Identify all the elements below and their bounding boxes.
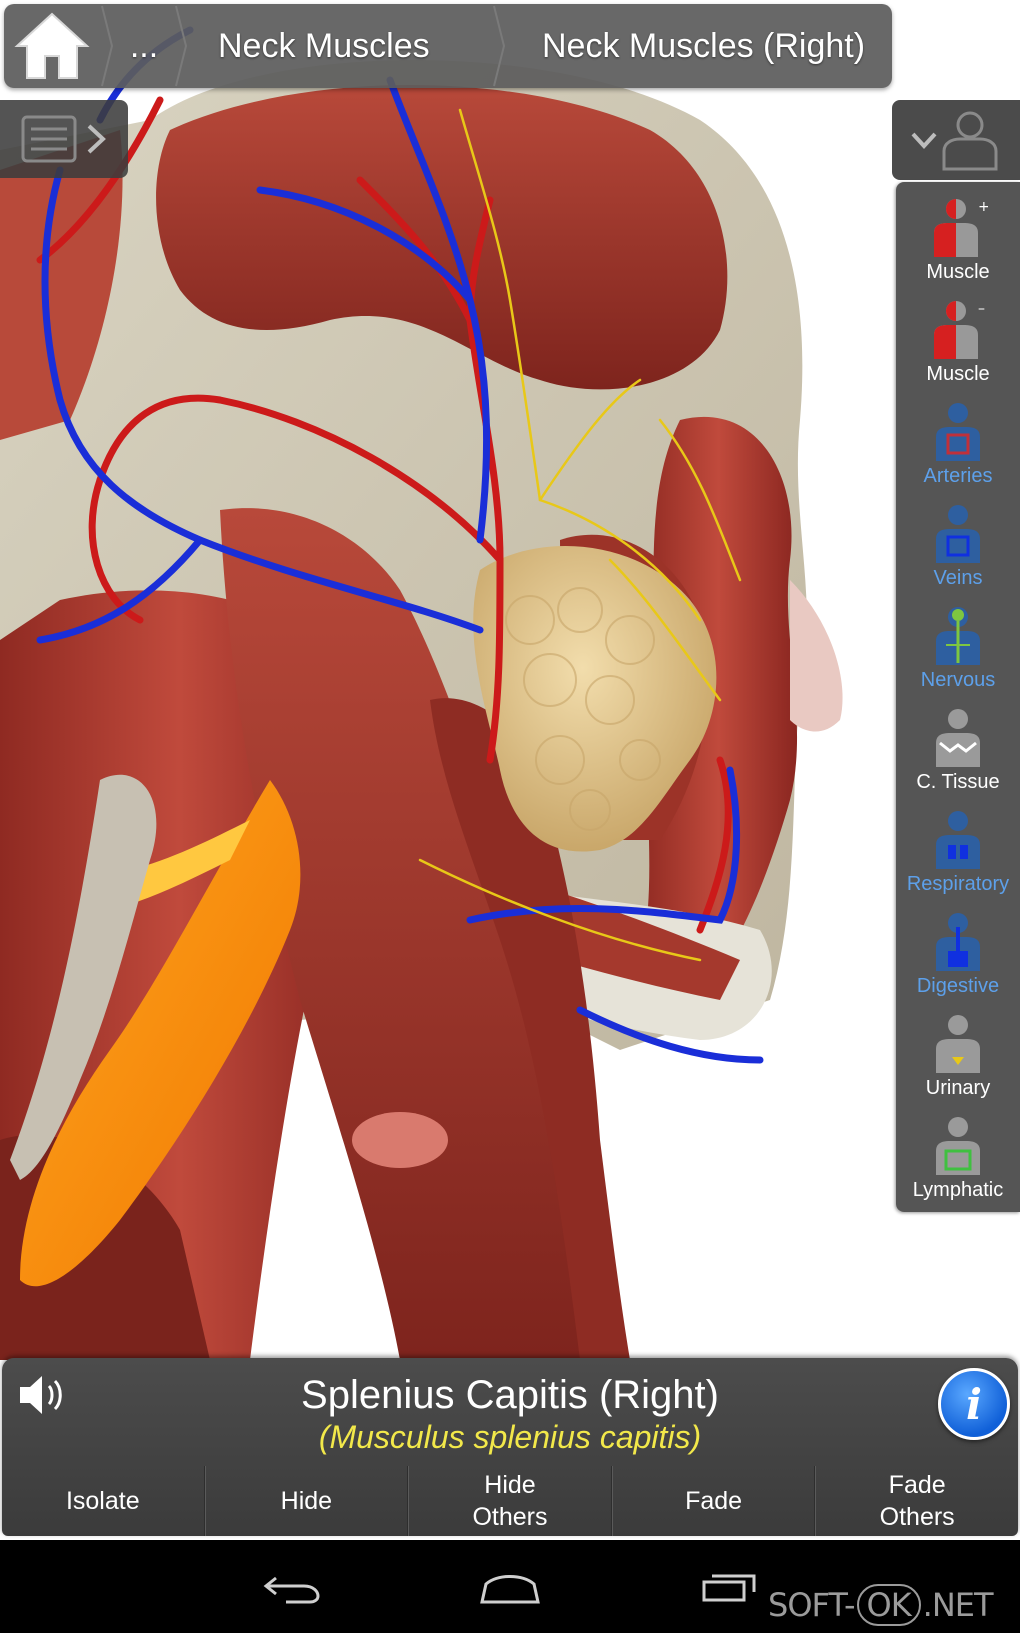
veins-icon — [936, 505, 980, 563]
system-label: Respiratory — [906, 873, 1010, 895]
system-label: Digestive — [916, 975, 1000, 997]
home-outline-icon — [480, 1575, 540, 1604]
body-view-icon — [942, 111, 998, 171]
system-nervous[interactable]: Nervous — [896, 590, 1020, 692]
respiratory-icon — [936, 811, 980, 869]
app-screen: ... Neck Muscles Neck Muscles (Right) + … — [0, 0, 1020, 1633]
nervous-icon — [936, 607, 980, 665]
system-label: Lymphatic — [912, 1179, 1004, 1201]
back-button[interactable] — [252, 1562, 332, 1612]
home-icon — [14, 12, 90, 79]
svg-text:–: – — [978, 301, 985, 317]
hide-button[interactable]: Hide — [204, 1466, 409, 1536]
system-label: Muscle — [926, 261, 990, 283]
breadcrumb-item-neck-muscles-right[interactable]: Neck Muscles (Right) — [506, 4, 865, 88]
lymphatic-icon — [936, 1117, 980, 1175]
svg-text:+: + — [978, 199, 988, 215]
isolate-button[interactable]: Isolate — [2, 1466, 205, 1536]
info-icon: i — [966, 1379, 982, 1429]
anatomy-3d-view[interactable] — [0, 0, 1020, 1540]
system-label: Arteries — [923, 465, 993, 487]
fade-button[interactable]: Fade — [611, 1466, 816, 1536]
system-muscle-add[interactable]: + Muscle — [896, 182, 1020, 284]
system-connective-tissue[interactable]: C. Tissue — [896, 692, 1020, 794]
home-nav-button[interactable] — [470, 1562, 550, 1612]
systems-toggle-button[interactable] — [892, 100, 1020, 180]
muscle-add-icon: + — [934, 199, 988, 257]
open-menu-button[interactable] — [0, 100, 128, 178]
action-bar: Isolate Hide Hide Others Fade Fade Others — [2, 1466, 1018, 1536]
hide-others-button[interactable]: Hide Others — [408, 1466, 612, 1536]
system-label: Nervous — [920, 669, 996, 691]
list-menu-icon — [21, 115, 77, 163]
system-label: C. Tissue — [916, 771, 1000, 793]
recent-apps-button[interactable] — [690, 1562, 770, 1612]
breadcrumb-separator-icon — [101, 5, 114, 87]
system-respiratory[interactable]: Respiratory — [896, 794, 1020, 896]
breadcrumb-separator-icon — [493, 5, 506, 87]
chevron-down-icon — [911, 132, 937, 149]
system-label: Urinary — [925, 1077, 991, 1099]
system-veins[interactable]: Veins — [896, 488, 1020, 590]
chevron-right-icon — [87, 124, 106, 154]
structure-name: Splenius Capitis (Right) — [301, 1373, 719, 1417]
connective-tissue-icon — [936, 709, 980, 767]
recent-apps-icon — [702, 1574, 756, 1602]
arteries-icon — [936, 403, 980, 461]
system-arteries[interactable]: Arteries — [896, 386, 1020, 488]
systems-panel: + Muscle – Muscle Arteries Veins Nervous… — [896, 182, 1020, 1212]
home-button[interactable] — [4, 4, 100, 88]
watermark: SOFT- OK .NET — [768, 1584, 994, 1626]
system-lymphatic[interactable]: Lymphatic — [896, 1100, 1020, 1202]
system-muscle-remove[interactable]: – Muscle — [896, 284, 1020, 386]
urinary-icon — [936, 1015, 980, 1073]
system-label: Muscle — [926, 363, 990, 385]
breadcrumb-ellipsis[interactable]: ... — [114, 4, 174, 88]
system-digestive[interactable]: Digestive — [896, 896, 1020, 998]
structure-info-panel: Splenius Capitis (Right) (Musculus splen… — [2, 1358, 1018, 1536]
system-urinary[interactable]: Urinary — [896, 998, 1020, 1100]
breadcrumb-separator-icon — [175, 5, 188, 87]
watermark-suffix: .NET — [922, 1586, 994, 1624]
digestive-icon — [936, 913, 980, 971]
info-button[interactable]: i — [938, 1368, 1010, 1440]
fade-others-button[interactable]: Fade Others — [815, 1466, 1018, 1536]
watermark-ok: OK — [856, 1584, 921, 1626]
muscle-remove-icon: – — [934, 301, 985, 359]
structure-latin-name: (Musculus splenius capitis) — [318, 1419, 702, 1455]
watermark-prefix: SOFT- — [768, 1586, 855, 1624]
back-icon — [263, 1576, 320, 1604]
system-label: Veins — [933, 567, 983, 589]
breadcrumb-item-neck-muscles[interactable]: Neck Muscles — [188, 4, 492, 88]
breadcrumb: ... Neck Muscles Neck Muscles (Right) — [4, 4, 892, 88]
